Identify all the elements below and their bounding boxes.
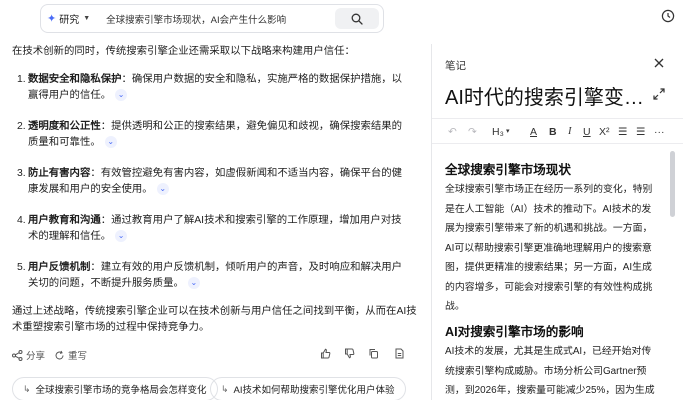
return-arrow-icon: ↳ bbox=[23, 383, 31, 394]
notes-panel: 笔记 AI时代的搜索引擎变革... ↶ ↷ H₃ ▾ A B I U X² ☰ … bbox=[431, 44, 683, 400]
note-editor[interactable]: 全球搜索引擎市场现状 全球搜索引擎市场正在经历一系列的变化，特别是在人工智能（A… bbox=[432, 145, 683, 400]
regenerate-button[interactable]: 重写 bbox=[54, 348, 87, 362]
return-arrow-icon: ↳ bbox=[221, 383, 229, 394]
align-icon[interactable]: ☰ bbox=[618, 125, 627, 139]
search-bar[interactable]: ✦ 研究 ▼ 全球搜索引擎市场现状，AI会产生什么影响 bbox=[40, 4, 384, 33]
suggestion-chip[interactable]: ↳ AI技术如何帮助搜索引擎优化用户体验 bbox=[210, 377, 406, 400]
expand-chevron-icon[interactable]: ⌄ bbox=[156, 183, 169, 196]
item-title: 用户教育和沟通 bbox=[28, 215, 101, 226]
expand-chevron-icon[interactable]: ⌄ bbox=[115, 230, 128, 243]
heading-button[interactable]: H₃ bbox=[492, 125, 504, 139]
sparkle-icon: ✦ bbox=[47, 13, 57, 25]
history-icon[interactable] bbox=[661, 9, 675, 23]
expand-chevron-icon[interactable]: ⌄ bbox=[115, 89, 128, 102]
expand-chevron-icon[interactable]: ⌄ bbox=[104, 136, 117, 149]
suggestion-chip[interactable]: ↳ 全球搜索引擎市场的竞争格局会怎样变化 bbox=[12, 377, 218, 400]
answer-intro: 在技术创新的同时，传统搜索引擎企业还需采取以下战略来构建用户信任： bbox=[12, 46, 355, 57]
undo-icon[interactable]: ↶ bbox=[448, 125, 457, 139]
mode-selector[interactable]: ✦ 研究 ▼ bbox=[41, 5, 90, 32]
mode-label: 研究 bbox=[59, 15, 80, 26]
thumbs-down-icon[interactable] bbox=[344, 348, 355, 359]
copy-icon[interactable] bbox=[368, 348, 379, 359]
search-input[interactable]: 全球搜索引擎市场现状，AI会产生什么影响 bbox=[90, 12, 335, 26]
share-icon bbox=[12, 349, 23, 361]
expand-chevron-icon[interactable]: ⌄ bbox=[187, 277, 200, 290]
item-title: 用户反馈机制 bbox=[28, 262, 91, 273]
note-title[interactable]: AI时代的搜索引擎变革... bbox=[445, 81, 650, 110]
item-title: 透明度和公正性 bbox=[28, 121, 101, 132]
item-title: 防止有害内容 bbox=[28, 168, 91, 179]
answer-panel: 在技术创新的同时，传统搜索引擎企业还需采取以下战略来构建用户信任： 1. 数据安… bbox=[0, 36, 430, 400]
more-icon[interactable]: ··· bbox=[654, 125, 665, 139]
share-button[interactable]: 分享 bbox=[12, 348, 45, 362]
search-button[interactable] bbox=[335, 8, 379, 29]
superscript-icon[interactable]: X² bbox=[599, 125, 610, 139]
editor-toolbar: ↶ ↷ H₃ ▾ A B I U X² ☰ ☰ ··· bbox=[432, 118, 683, 144]
notes-header: 笔记 bbox=[445, 60, 466, 72]
underline-icon[interactable]: U bbox=[583, 125, 591, 139]
thumbs-up-icon[interactable] bbox=[320, 348, 331, 359]
close-icon[interactable] bbox=[652, 56, 666, 70]
note-heading: 全球搜索引擎市场现状 bbox=[445, 163, 571, 177]
item-title: 数据安全和隐私保护 bbox=[28, 74, 122, 85]
chevron-down-icon: ▼ bbox=[83, 15, 91, 22]
add-to-notes-icon[interactable] bbox=[394, 348, 405, 359]
answer-summary: 通过上述战略，传统搜索引擎企业可以在技术创新与用户信任之间找到平衡，从而在AI技… bbox=[12, 306, 417, 333]
search-icon bbox=[351, 13, 363, 25]
refresh-icon bbox=[55, 350, 64, 359]
redo-icon[interactable]: ↷ bbox=[468, 125, 477, 139]
expand-icon[interactable] bbox=[652, 87, 666, 101]
bold-icon[interactable]: B bbox=[549, 125, 557, 139]
note-paragraph: 全球搜索引擎市场正在经历一系列的变化，特别是在人工智能（AI）技术的推动下。AI… bbox=[445, 184, 653, 312]
chevron-down-icon[interactable]: ▾ bbox=[506, 125, 510, 139]
scrollbar[interactable] bbox=[670, 151, 675, 217]
note-paragraph: AI技术的发展，尤其是生成式AI，已经开始对传统搜索引擎构成威胁。市场分析公司G… bbox=[445, 346, 655, 396]
note-heading: AI对搜索引擎市场的影响 bbox=[445, 325, 584, 339]
list-icon[interactable]: ☰ bbox=[636, 125, 645, 139]
italic-icon[interactable]: I bbox=[568, 125, 572, 139]
text-color-icon[interactable]: A bbox=[530, 125, 537, 139]
answer-actions: 分享 重写 bbox=[12, 348, 407, 362]
